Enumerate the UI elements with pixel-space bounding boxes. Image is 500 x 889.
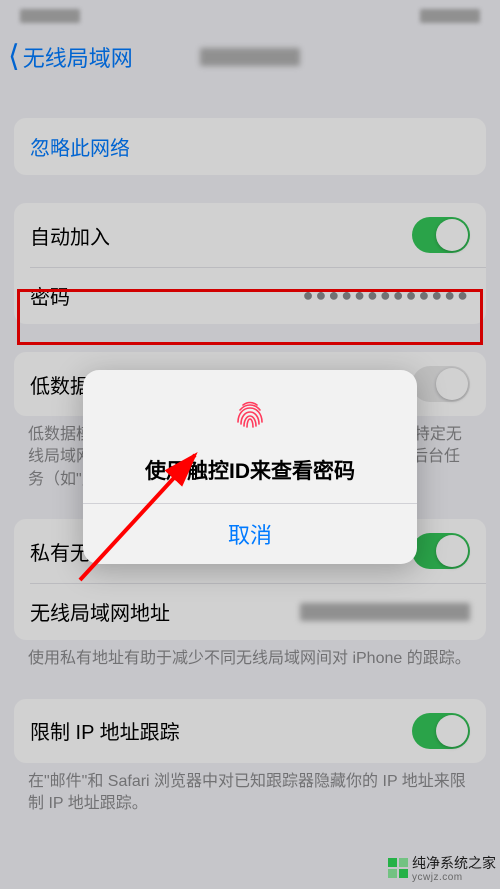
- alert-title: 使用触控ID来查看密码: [99, 455, 401, 485]
- fingerprint-icon: [228, 392, 272, 436]
- touch-id-alert: 使用触控ID来查看密码 取消: [83, 370, 417, 564]
- alert-cancel-button[interactable]: 取消: [83, 504, 417, 564]
- alert-body: 使用触控ID来查看密码: [83, 370, 417, 503]
- watermark: 纯净系统之家 ycwjz.com: [388, 853, 496, 883]
- watermark-text: 纯净系统之家: [412, 855, 496, 871]
- watermark-sub: ycwjz.com: [412, 872, 496, 883]
- watermark-logo-icon: [388, 858, 408, 878]
